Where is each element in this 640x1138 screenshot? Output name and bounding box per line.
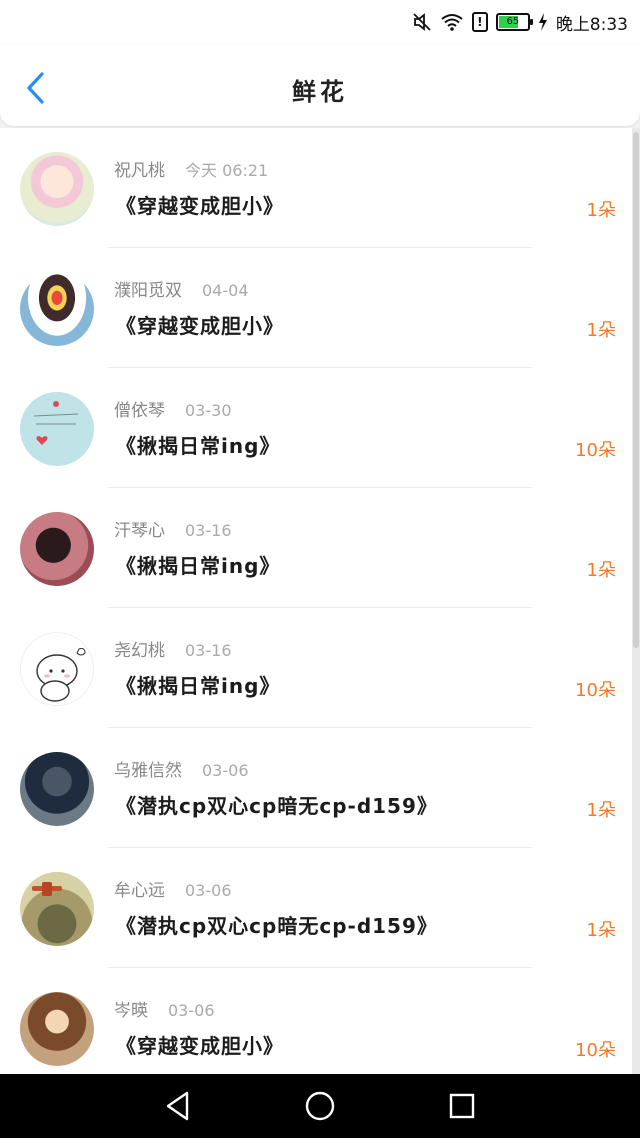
send-date: 03-06: [185, 881, 232, 900]
sender-name: 乌雅信然: [114, 761, 182, 781]
scrollbar-thumb[interactable]: [633, 132, 639, 648]
status-time: 晚上8:33: [555, 14, 628, 35]
navigation-bar: [0, 1074, 640, 1138]
list-item[interactable]: 乌雅信然 03-06 《潜执cp双心cp暗无cp-d159》 1朵: [0, 728, 632, 848]
send-date: 03-30: [185, 401, 232, 420]
home-circle-icon: [305, 1091, 335, 1121]
sender-name: 岑暎: [114, 1001, 148, 1021]
list-item[interactable]: 汗琴心 03-16 《揪揭日常ing》 1朵: [0, 488, 632, 608]
sender-name: 牟心远: [114, 881, 165, 901]
toy-plane-icon: [32, 882, 62, 896]
charging-icon: [538, 13, 547, 31]
scrollbar[interactable]: [632, 128, 640, 1074]
flower-count: 10朵: [575, 1040, 616, 1061]
cartoon-bunny-icon: [36, 648, 86, 702]
send-date: 03-16: [185, 521, 232, 540]
send-date: 今天 06:21: [185, 161, 269, 180]
mute-icon: [413, 13, 431, 31]
nav-home-button[interactable]: [302, 1088, 338, 1124]
avatar[interactable]: [20, 632, 94, 706]
wifi-icon: [441, 14, 463, 31]
book-title: 《穿越变成胆小》: [116, 1034, 284, 1058]
list-item[interactable]: 僧依琴 03-30 《揪揭日常ing》 10朵: [0, 368, 632, 488]
send-date: 03-06: [202, 761, 249, 780]
sender-name: 僧依琴: [114, 401, 165, 421]
flower-count: 1朵: [586, 320, 616, 341]
heart-icon: [33, 401, 79, 445]
sender-name: 濮阳觅双: [114, 281, 182, 301]
book-title: 《潜执cp双心cp暗无cp-d159》: [116, 914, 438, 938]
flower-count: 1朵: [586, 800, 616, 821]
page-title: 鲜花: [292, 78, 348, 106]
name-line: 牟心远 03-06: [114, 876, 232, 901]
book-title: 《揪揭日常ing》: [116, 434, 281, 458]
avatar[interactable]: [20, 512, 94, 586]
header: 鲜花: [0, 44, 640, 126]
list-item[interactable]: 濮阳觅双 04-04 《穿越变成胆小》 1朵: [0, 248, 632, 368]
sender-name: 汗琴心: [114, 521, 165, 541]
flower-count: 1朵: [586, 200, 616, 221]
send-date: 03-16: [185, 641, 232, 660]
name-line: 乌雅信然 03-06: [114, 756, 249, 781]
book-title: 《揪揭日常ing》: [116, 554, 281, 578]
status-bar: ! 65 晚上8:33: [0, 0, 640, 44]
name-line: 祝凡桃 今天 06:21: [114, 156, 268, 181]
name-line: 僧依琴 03-30: [114, 396, 232, 421]
avatar[interactable]: [20, 872, 94, 946]
book-title: 《揪揭日常ing》: [116, 674, 281, 698]
list-item[interactable]: 尧幻桃 03-16 《揪揭日常ing》 10朵: [0, 608, 632, 728]
battery-icon: 65: [495, 13, 533, 31]
flower-count: 1朵: [586, 560, 616, 581]
nav-back-button[interactable]: [160, 1088, 196, 1124]
book-title: 《潜执cp双心cp暗无cp-d159》: [116, 794, 438, 818]
send-date: 03-06: [168, 1001, 215, 1020]
avatar[interactable]: [20, 272, 94, 346]
nav-recents-button[interactable]: [444, 1088, 480, 1124]
status-icons: ! 65 晚上8:33: [412, 10, 628, 35]
book-title: 《穿越变成胆小》: [116, 314, 284, 338]
avatar[interactable]: [20, 152, 94, 226]
name-line: 尧幻桃 03-16: [114, 636, 232, 661]
back-triangle-icon: [166, 1091, 189, 1121]
list-item[interactable]: 牟心远 03-06 《潜执cp双心cp暗无cp-d159》 1朵: [0, 848, 632, 968]
sender-name: 祝凡桃: [114, 161, 165, 181]
list-item[interactable]: 祝凡桃 今天 06:21 《穿越变成胆小》 1朵: [0, 128, 632, 248]
recents-square-icon: [449, 1093, 475, 1119]
flower-count: 10朵: [575, 680, 616, 701]
list-item[interactable]: 岑暎 03-06 《穿越变成胆小》 10朵: [0, 968, 632, 1074]
sender-name: 尧幻桃: [114, 641, 165, 661]
book-title: 《穿越变成胆小》: [116, 194, 284, 218]
name-line: 濮阳觅双 04-04: [114, 276, 249, 301]
flower-list[interactable]: 祝凡桃 今天 06:21 《穿越变成胆小》 1朵 濮阳觅双 04-04 《穿越变…: [0, 128, 632, 1074]
send-date: 04-04: [202, 281, 249, 300]
battery-level: 65: [506, 16, 520, 27]
avatar[interactable]: [20, 392, 94, 466]
name-line: 岑暎 03-06: [114, 996, 215, 1021]
avatar[interactable]: [20, 752, 94, 826]
avatar[interactable]: [20, 992, 94, 1066]
name-line: 汗琴心 03-16: [114, 516, 232, 541]
alert-icon: !: [471, 12, 488, 32]
flower-count: 10朵: [575, 440, 616, 461]
flower-count: 1朵: [586, 920, 616, 941]
